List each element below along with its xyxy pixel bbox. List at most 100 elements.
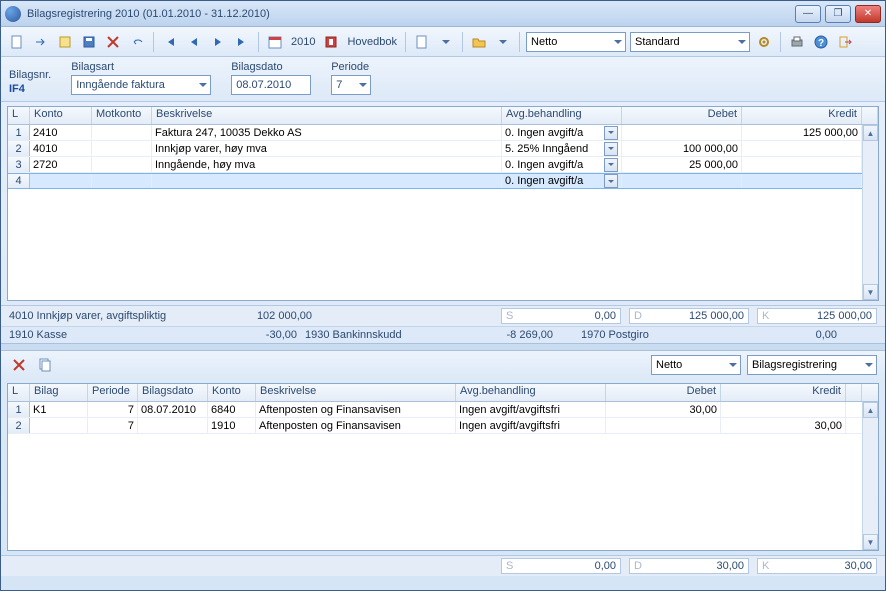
cell-konto[interactable]: 6840: [208, 402, 256, 417]
new-doc-icon[interactable]: [7, 32, 27, 52]
cell-avg[interactable]: 0. Ingen avgift/a: [502, 157, 622, 172]
cell-dato[interactable]: [138, 418, 208, 433]
hdr-beskrivelse[interactable]: Beskrivelse: [152, 107, 502, 124]
help-icon[interactable]: ?: [811, 32, 831, 52]
h2-avg[interactable]: Avg.behandling: [456, 384, 606, 401]
gear-icon[interactable]: [754, 32, 774, 52]
save-icon[interactable]: [79, 32, 99, 52]
table-row[interactable]: 12410Faktura 247, 10035 Dekko AS0. Ingen…: [8, 125, 862, 141]
h2-dato[interactable]: Bilagsdato: [138, 384, 208, 401]
cell-konto[interactable]: 1910: [208, 418, 256, 433]
maximize-button[interactable]: ❐: [825, 5, 851, 23]
hdr-kredit[interactable]: Kredit: [742, 107, 862, 124]
table-row[interactable]: 271910Aftenposten og FinansavisenIngen a…: [8, 418, 862, 434]
minimize-button[interactable]: —: [795, 5, 821, 23]
exit-icon[interactable]: [835, 32, 855, 52]
h2-konto[interactable]: Konto: [208, 384, 256, 401]
history-netto-select[interactable]: Netto: [651, 355, 741, 375]
hdr-avg[interactable]: Avg.behandling: [502, 107, 622, 124]
close-button[interactable]: ✕: [855, 5, 881, 23]
chevron-down-icon[interactable]: [604, 174, 618, 188]
cell-konto[interactable]: 2410: [30, 125, 92, 140]
cell-motkonto[interactable]: [92, 174, 152, 188]
h2-deb[interactable]: Debet: [606, 384, 721, 401]
bilagsdato-input[interactable]: 08.07.2010: [231, 75, 311, 95]
cell-avg[interactable]: 5. 25% Inngåend: [502, 141, 622, 156]
periode-select[interactable]: 7: [331, 75, 371, 95]
history-mode-select[interactable]: Bilagsregistrering: [747, 355, 877, 375]
undo-icon[interactable]: [127, 32, 147, 52]
cell-beskrivelse[interactable]: Faktura 247, 10035 Dekko AS: [152, 125, 502, 140]
chevron-down-icon[interactable]: [604, 142, 618, 156]
standard-select[interactable]: Standard: [630, 32, 750, 52]
netto-select[interactable]: Netto: [526, 32, 626, 52]
cell-avg[interactable]: Ingen avgift/avgiftsfri: [456, 402, 606, 417]
chevron-down-icon[interactable]: [604, 158, 618, 172]
cell-kredit[interactable]: [721, 402, 846, 417]
cell-dato[interactable]: 08.07.2010: [138, 402, 208, 417]
hdr-l[interactable]: L: [8, 107, 30, 124]
delete-icon[interactable]: [103, 32, 123, 52]
table-row[interactable]: 1K1708.07.20106840Aftenposten og Finansa…: [8, 402, 862, 418]
scroll-down-icon[interactable]: ▼: [863, 284, 878, 300]
splitter[interactable]: [1, 343, 885, 351]
cell-debet[interactable]: 25 000,00: [622, 157, 742, 172]
h2-kre[interactable]: Kredit: [721, 384, 846, 401]
cell-debet[interactable]: 100 000,00: [622, 141, 742, 156]
entry-grid-scrollbar[interactable]: ▲ ▼: [862, 125, 878, 300]
table-row[interactable]: 32720Inngående, høy mva0. Ingen avgift/a…: [8, 157, 862, 173]
copy-row-icon[interactable]: [35, 355, 55, 375]
table-row[interactable]: 24010Innkjøp varer, høy mva5. 25% Inngåe…: [8, 141, 862, 157]
cell-debet[interactable]: 30,00: [606, 402, 721, 417]
h2-bilag[interactable]: Bilag: [30, 384, 88, 401]
cell-konto[interactable]: [30, 174, 92, 188]
cell-periode[interactable]: 7: [88, 418, 138, 433]
chevron-down-icon[interactable]: [436, 32, 456, 52]
book-icon[interactable]: [55, 32, 75, 52]
cell-bilag[interactable]: [30, 418, 88, 433]
last-icon[interactable]: [232, 32, 252, 52]
cell-bilag[interactable]: K1: [30, 402, 88, 417]
scroll-up2-icon[interactable]: ▲: [863, 402, 878, 418]
print-icon[interactable]: [787, 32, 807, 52]
cell-avg[interactable]: Ingen avgift/avgiftsfri: [456, 418, 606, 433]
cell-konto[interactable]: 2720: [30, 157, 92, 172]
import-icon[interactable]: [31, 32, 51, 52]
hdr-konto[interactable]: Konto: [30, 107, 92, 124]
cell-kredit[interactable]: [742, 141, 862, 156]
history-grid-scrollbar[interactable]: ▲ ▼: [862, 402, 878, 550]
delete-row-icon[interactable]: [9, 355, 29, 375]
cell-motkonto[interactable]: [92, 157, 152, 172]
cell-beskrivelse[interactable]: Aftenposten og Finansavisen: [256, 402, 456, 417]
first-icon[interactable]: [160, 32, 180, 52]
prev-icon[interactable]: [184, 32, 204, 52]
cell-debet[interactable]: [622, 174, 742, 188]
chevron-down2-icon[interactable]: [493, 32, 513, 52]
chevron-down-icon[interactable]: [604, 126, 618, 140]
h2-l[interactable]: L: [8, 384, 30, 401]
cell-kredit[interactable]: [742, 157, 862, 172]
h2-besk[interactable]: Beskrivelse: [256, 384, 456, 401]
table-row[interactable]: 40. Ingen avgift/a: [8, 173, 862, 189]
cell-beskrivelse[interactable]: Aftenposten og Finansavisen: [256, 418, 456, 433]
cell-kredit[interactable]: [742, 174, 862, 188]
next-icon[interactable]: [208, 32, 228, 52]
cell-periode[interactable]: 7: [88, 402, 138, 417]
ledger-icon[interactable]: [321, 32, 341, 52]
cell-debet[interactable]: [622, 125, 742, 140]
cell-motkonto[interactable]: [92, 125, 152, 140]
scroll-up-icon[interactable]: ▲: [863, 125, 878, 141]
h2-periode[interactable]: Periode: [88, 384, 138, 401]
bilagsart-select[interactable]: Inngående faktura: [71, 75, 211, 95]
cell-avg[interactable]: 0. Ingen avgift/a: [502, 174, 622, 188]
cell-kredit[interactable]: 125 000,00: [742, 125, 862, 140]
cell-beskrivelse[interactable]: Inngående, høy mva: [152, 157, 502, 172]
cell-kredit[interactable]: 30,00: [721, 418, 846, 433]
cell-konto[interactable]: 4010: [30, 141, 92, 156]
hdr-motkonto[interactable]: Motkonto: [92, 107, 152, 124]
scroll-down2-icon[interactable]: ▼: [863, 534, 878, 550]
hdr-debet[interactable]: Debet: [622, 107, 742, 124]
cell-beskrivelse[interactable]: [152, 174, 502, 188]
cell-debet[interactable]: [606, 418, 721, 433]
new-doc2-icon[interactable]: [412, 32, 432, 52]
